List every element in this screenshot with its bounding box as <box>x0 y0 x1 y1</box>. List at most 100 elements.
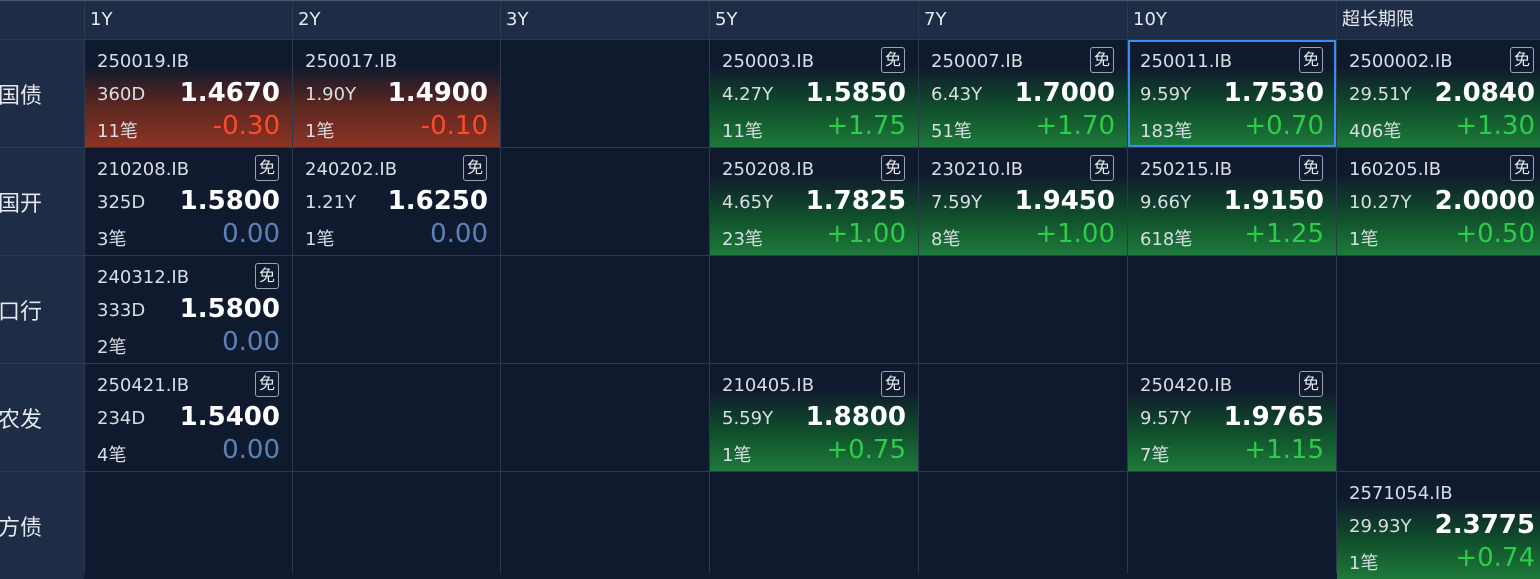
row-header-3[interactable]: 口行 <box>0 256 84 363</box>
quote-cell[interactable]: 160205.IB 免 10.27Y 2.0000 1笔 +0.50 <box>1337 148 1540 255</box>
row-header-1[interactable]: 国债 <box>0 40 84 147</box>
quote-cell[interactable]: 250208.IB 免 4.65Y 1.7825 23笔 +1.00 <box>710 148 918 255</box>
tax-exempt-badge: 免 <box>881 47 905 73</box>
trade-count: 11笔 <box>97 121 138 142</box>
row-header-5[interactable]: 地方债 <box>0 472 84 579</box>
tax-exempt-badge: 免 <box>881 155 905 181</box>
tax-exempt-badge: 免 <box>1299 155 1323 181</box>
quote-cell[interactable]: 2500002.IB 免 29.51Y 2.0840 406笔 +1.30 <box>1337 40 1540 147</box>
empty-quote-cell <box>85 472 292 579</box>
bond-code: 250017.IB <box>305 51 398 72</box>
quote-cell[interactable]: 250017.IB 1.90Y 1.4900 1笔 -0.10 <box>293 40 500 147</box>
trade-count: 3笔 <box>97 229 127 250</box>
yield-change: +1.00 <box>1035 219 1115 249</box>
quote-cell[interactable]: 250011.IB 免 9.59Y 1.7530 183笔 +0.70 <box>1128 40 1336 147</box>
column-header-5[interactable]: 7Y <box>919 1 1127 39</box>
quote-cell[interactable]: 240312.IB 免 333D 1.5800 2笔 0.00 <box>85 256 292 363</box>
empty-quote-cell <box>919 256 1127 363</box>
quote-cell[interactable]: 250019.IB 360D 1.4670 11笔 -0.30 <box>85 40 292 147</box>
bond-code: 210208.IB <box>97 159 190 180</box>
remaining-tenor: 1.21Y <box>305 192 357 213</box>
trade-count: 1笔 <box>305 121 335 142</box>
yield-value: 1.5800 <box>179 294 280 324</box>
bond-code: 250421.IB <box>97 375 190 396</box>
yield-change: +1.70 <box>1035 111 1115 141</box>
quote-cell[interactable]: 250003.IB 免 4.27Y 1.5850 11笔 +1.75 <box>710 40 918 147</box>
empty-quote-cell <box>293 472 500 579</box>
bond-code: 230210.IB <box>931 159 1024 180</box>
tax-exempt-badge: 免 <box>1090 155 1114 181</box>
trade-count: 618笔 <box>1140 229 1193 250</box>
tax-exempt-badge: 免 <box>1299 371 1323 397</box>
yield-change: +0.75 <box>826 435 906 465</box>
yield-value: 1.9150 <box>1223 186 1324 216</box>
empty-quote-cell <box>1337 364 1540 471</box>
empty-quote-cell <box>501 148 709 255</box>
yield-change: -0.10 <box>420 111 488 141</box>
yield-value: 1.9450 <box>1014 186 1115 216</box>
yield-value: 1.5800 <box>179 186 280 216</box>
remaining-tenor: 29.93Y <box>1349 516 1412 537</box>
quote-cell[interactable]: 250007.IB 免 6.43Y 1.7000 51笔 +1.70 <box>919 40 1127 147</box>
yield-value: 1.4900 <box>387 78 488 108</box>
quote-cell[interactable]: 210208.IB 免 325D 1.5800 3笔 0.00 <box>85 148 292 255</box>
yield-change: +1.00 <box>826 219 906 249</box>
column-header-2[interactable]: 2Y <box>293 1 500 39</box>
trade-count: 51笔 <box>931 121 972 142</box>
yield-value: 1.5400 <box>179 402 280 432</box>
yield-change: 0.00 <box>430 219 488 249</box>
remaining-tenor: 234D <box>97 408 146 429</box>
trade-count: 11笔 <box>722 121 763 142</box>
remaining-tenor: 325D <box>97 192 146 213</box>
column-header-1[interactable]: 1Y <box>85 1 292 39</box>
empty-quote-cell <box>1128 472 1336 579</box>
empty-quote-cell <box>501 256 709 363</box>
tax-exempt-badge: 免 <box>1299 47 1323 73</box>
yield-value: 1.9765 <box>1223 402 1324 432</box>
bond-code: 2500002.IB <box>1349 51 1453 72</box>
remaining-tenor: 1.90Y <box>305 84 357 105</box>
grid-corner <box>0 1 84 39</box>
column-header-3[interactable]: 3Y <box>501 1 709 39</box>
empty-quote-cell <box>710 472 918 579</box>
column-header-6[interactable]: 10Y <box>1128 1 1336 39</box>
empty-quote-cell <box>501 472 709 579</box>
quote-cell[interactable]: 250421.IB 免 234D 1.5400 4笔 0.00 <box>85 364 292 471</box>
quote-cell[interactable]: 250420.IB 免 9.57Y 1.9765 7笔 +1.15 <box>1128 364 1336 471</box>
bond-code: 240202.IB <box>305 159 398 180</box>
trade-count: 406笔 <box>1349 121 1402 142</box>
empty-quote-cell <box>919 364 1127 471</box>
yield-value: 1.5850 <box>805 78 906 108</box>
quote-cell[interactable]: 230210.IB 免 7.59Y 1.9450 8笔 +1.00 <box>919 148 1127 255</box>
yield-change: +0.70 <box>1244 111 1324 141</box>
tax-exempt-badge: 免 <box>881 371 905 397</box>
quote-cell[interactable]: 250215.IB 免 9.66Y 1.9150 618笔 +1.25 <box>1128 148 1336 255</box>
remaining-tenor: 29.51Y <box>1349 84 1412 105</box>
yield-value: 2.0840 <box>1434 78 1535 108</box>
yield-change: +1.25 <box>1244 219 1324 249</box>
trade-count: 23笔 <box>722 229 763 250</box>
remaining-tenor: 4.65Y <box>722 192 774 213</box>
bond-code: 250420.IB <box>1140 375 1233 396</box>
remaining-tenor: 333D <box>97 300 146 321</box>
bond-code: 160205.IB <box>1349 159 1442 180</box>
remaining-tenor: 10.27Y <box>1349 192 1412 213</box>
empty-quote-cell <box>710 256 918 363</box>
bond-code: 210405.IB <box>722 375 815 396</box>
empty-quote-cell <box>1337 256 1540 363</box>
trade-count: 1笔 <box>722 445 752 466</box>
column-header-7[interactable]: 超长期限 <box>1337 1 1540 39</box>
tax-exempt-badge: 免 <box>255 371 279 397</box>
row-header-2[interactable]: 国开 <box>0 148 84 255</box>
quote-cell[interactable]: 240202.IB 免 1.21Y 1.6250 1笔 0.00 <box>293 148 500 255</box>
remaining-tenor: 6.43Y <box>931 84 983 105</box>
yield-value: 1.7530 <box>1223 78 1324 108</box>
remaining-tenor: 360D <box>97 84 146 105</box>
quote-cell[interactable]: 2571054.IB 29.93Y 2.3775 1笔 +0.74 <box>1337 472 1540 579</box>
column-header-4[interactable]: 5Y <box>710 1 918 39</box>
quote-cell[interactable]: 210405.IB 免 5.59Y 1.8800 1笔 +0.75 <box>710 364 918 471</box>
row-header-4[interactable]: 农发 <box>0 364 84 471</box>
trade-count: 1笔 <box>305 229 335 250</box>
remaining-tenor: 9.57Y <box>1140 408 1192 429</box>
yield-change: +1.75 <box>826 111 906 141</box>
